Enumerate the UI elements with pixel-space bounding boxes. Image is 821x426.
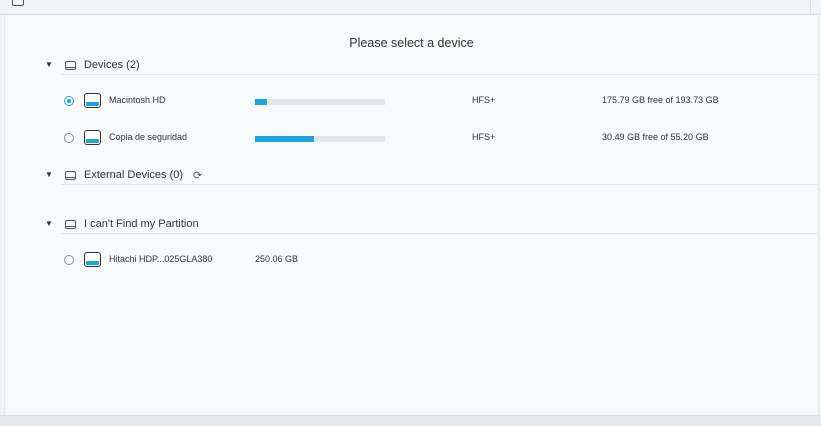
window-edge: [810, 0, 821, 14]
device-row-hitachi[interactable]: Hitachi HDP...025GLA380 250.06 GB: [5, 251, 818, 271]
device-size: 250.06 GB: [255, 254, 299, 264]
page-title: Please select a device: [349, 36, 474, 50]
hard-drive-icon: [84, 130, 101, 145]
device-name: Copia de seguridad: [109, 132, 188, 142]
free-space: 175.79 GB free of 193.73 GB: [602, 95, 719, 105]
chevron-down-icon[interactable]: ▼: [45, 171, 53, 179]
device-row-copia-de-seguridad[interactable]: Copia de seguridad HFS+ 30.49 GB free of…: [5, 129, 818, 149]
drive-icon: [65, 60, 76, 70]
usage-bar-fill: [255, 99, 267, 105]
section-external-devices[interactable]: ▼ External Devices (0) ⟳: [45, 165, 202, 185]
usage-bar: [255, 99, 385, 105]
device-radio[interactable]: [64, 255, 74, 265]
section-label: I can't Find my Partition: [84, 218, 199, 230]
drive-icon: [65, 219, 76, 229]
device-row-macintosh-hd[interactable]: Macintosh HD HFS+ 175.79 GB free of 193.…: [5, 92, 818, 112]
chevron-down-icon[interactable]: ▼: [45, 61, 53, 69]
usage-bar: [255, 136, 385, 142]
filesystem: HFS+: [472, 132, 496, 142]
divider: [61, 233, 818, 234]
device-panel: Please select a device ▼ Devices (2) Mac…: [4, 15, 819, 415]
device-radio[interactable]: [64, 133, 74, 143]
usage-bar-fill: [255, 136, 314, 142]
title-bar: [0, 0, 821, 15]
app-icon: [12, 0, 24, 6]
section-find-partition[interactable]: ▼ I can't Find my Partition: [45, 214, 199, 234]
device-radio[interactable]: [64, 96, 74, 106]
section-devices[interactable]: ▼ Devices (2): [45, 55, 140, 75]
hard-drive-icon: [84, 252, 101, 267]
drive-icon: [65, 170, 76, 180]
section-label: External Devices (0): [84, 169, 184, 181]
refresh-icon[interactable]: ⟳: [193, 169, 202, 182]
device-name: Macintosh HD: [109, 95, 166, 105]
chevron-down-icon[interactable]: ▼: [45, 220, 53, 228]
section-label: Devices (2): [84, 59, 140, 71]
bottom-toolbar: [0, 415, 821, 426]
divider: [61, 74, 818, 75]
hard-drive-icon: [84, 93, 101, 108]
free-space: 30.49 GB free of 55.20 GB: [602, 132, 709, 142]
filesystem: HFS+: [472, 95, 496, 105]
device-name: Hitachi HDP...025GLA380: [109, 254, 213, 264]
divider: [61, 184, 818, 185]
